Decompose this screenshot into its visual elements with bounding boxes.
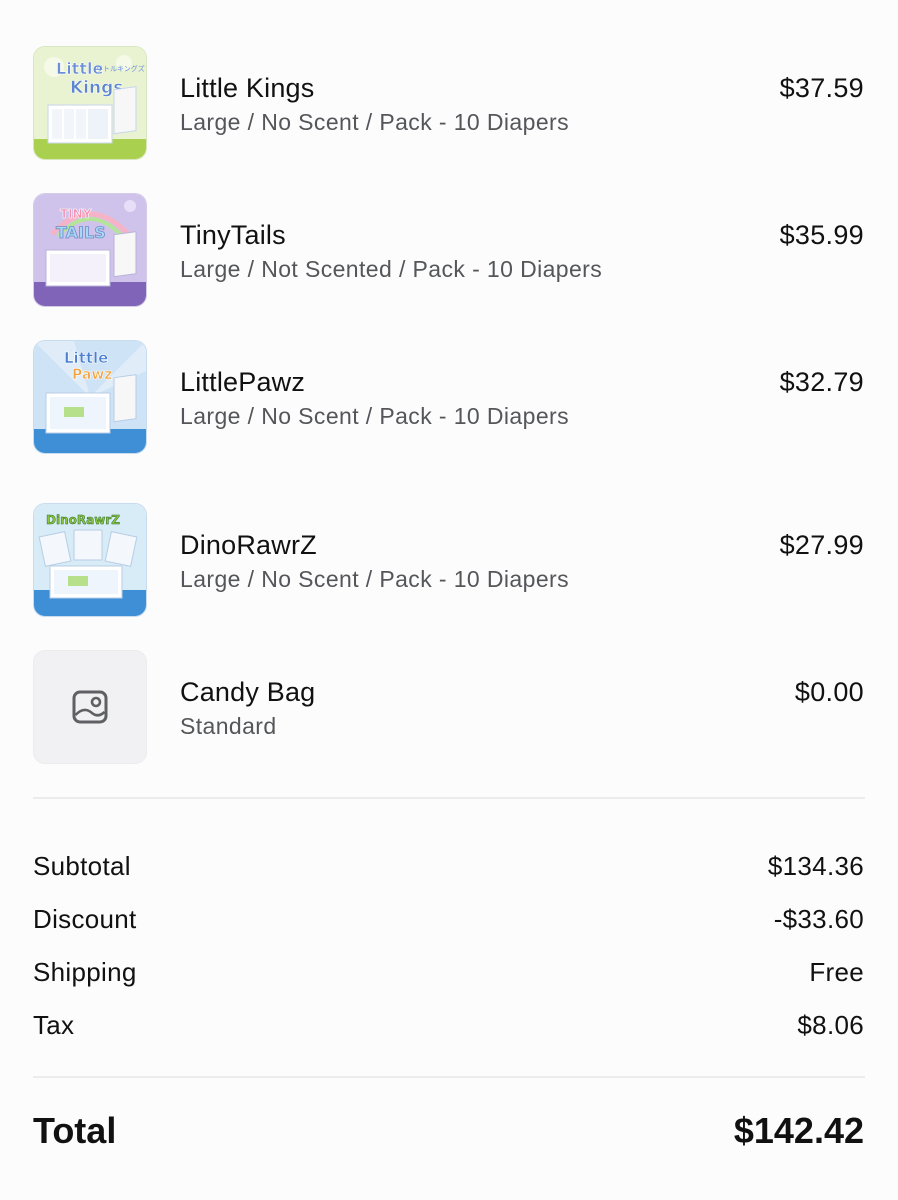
product-image-littlepawz: Little Pawz <box>33 340 147 454</box>
product-image-dinorawrz: DinoRawrZ <box>33 503 147 617</box>
discount-row: Discount -$33.60 <box>33 904 864 938</box>
item-name: Little Kings <box>180 73 315 103</box>
divider <box>33 1076 865 1078</box>
logo-text-jp: リトルキングズ <box>96 64 145 73</box>
subtotal-label: Subtotal <box>33 851 131 881</box>
cart-item: DinoRawrZ DinoRawrZ Large / No Scent / P… <box>0 503 898 617</box>
logo-text-1: DinoRawrZ <box>46 513 120 527</box>
image-placeholder-icon <box>72 690 108 724</box>
logo-text-1: TINY <box>60 207 92 221</box>
product-image-little-kings: Little Kings リトルキングズ <box>33 46 147 160</box>
discount-value: -$33.60 <box>773 904 864 934</box>
item-variant: Large / No Scent / Pack - 10 Diapers <box>180 109 569 135</box>
product-image-tinytails: TINY TAILS <box>33 193 147 307</box>
item-name: Candy Bag <box>180 677 316 707</box>
cart-item: TINY TAILS TinyTails Large / Not Scented… <box>0 193 898 307</box>
item-price: $32.79 <box>779 367 864 397</box>
item-name: DinoRawrZ <box>180 530 317 560</box>
cart-item: Little Pawz LittlePawz Large / No Scent … <box>0 340 898 454</box>
product-image-placeholder <box>33 650 147 764</box>
item-name: TinyTails <box>180 220 286 250</box>
item-variant: Large / Not Scented / Pack - 10 Diapers <box>180 256 603 282</box>
subtotal-value: $134.36 <box>767 851 864 881</box>
logo-text-2: TAILS <box>56 223 106 242</box>
item-price: $35.99 <box>779 220 864 250</box>
item-variant: Large / No Scent / Pack - 10 Diapers <box>180 566 569 592</box>
total-value: $142.42 <box>733 1110 864 1151</box>
tax-label: Tax <box>33 1010 75 1040</box>
total-label: Total <box>33 1110 117 1151</box>
shipping-row: Shipping Free <box>33 957 864 991</box>
logo-text-1: Little <box>64 349 108 367</box>
divider <box>33 797 865 799</box>
total-row: Total $142.42 <box>33 1110 864 1154</box>
item-variant: Standard <box>180 713 277 739</box>
item-price: $37.59 <box>779 73 864 103</box>
tax-row: Tax $8.06 <box>33 1010 864 1044</box>
shipping-label: Shipping <box>33 957 137 987</box>
logo-text-2: Pawz <box>72 367 112 383</box>
item-price: $0.00 <box>794 677 864 707</box>
item-name: LittlePawz <box>180 367 306 397</box>
subtotal-row: Subtotal $134.36 <box>33 851 864 885</box>
cart-item: Candy Bag Standard $0.00 <box>0 650 898 764</box>
shipping-value: Free <box>809 957 864 987</box>
item-price: $27.99 <box>779 530 864 560</box>
tax-value: $8.06 <box>797 1010 864 1040</box>
item-variant: Large / No Scent / Pack - 10 Diapers <box>180 403 569 429</box>
cart-item: Little Kings リトルキングズ Little Kings Large … <box>0 46 898 160</box>
discount-label: Discount <box>33 904 137 934</box>
